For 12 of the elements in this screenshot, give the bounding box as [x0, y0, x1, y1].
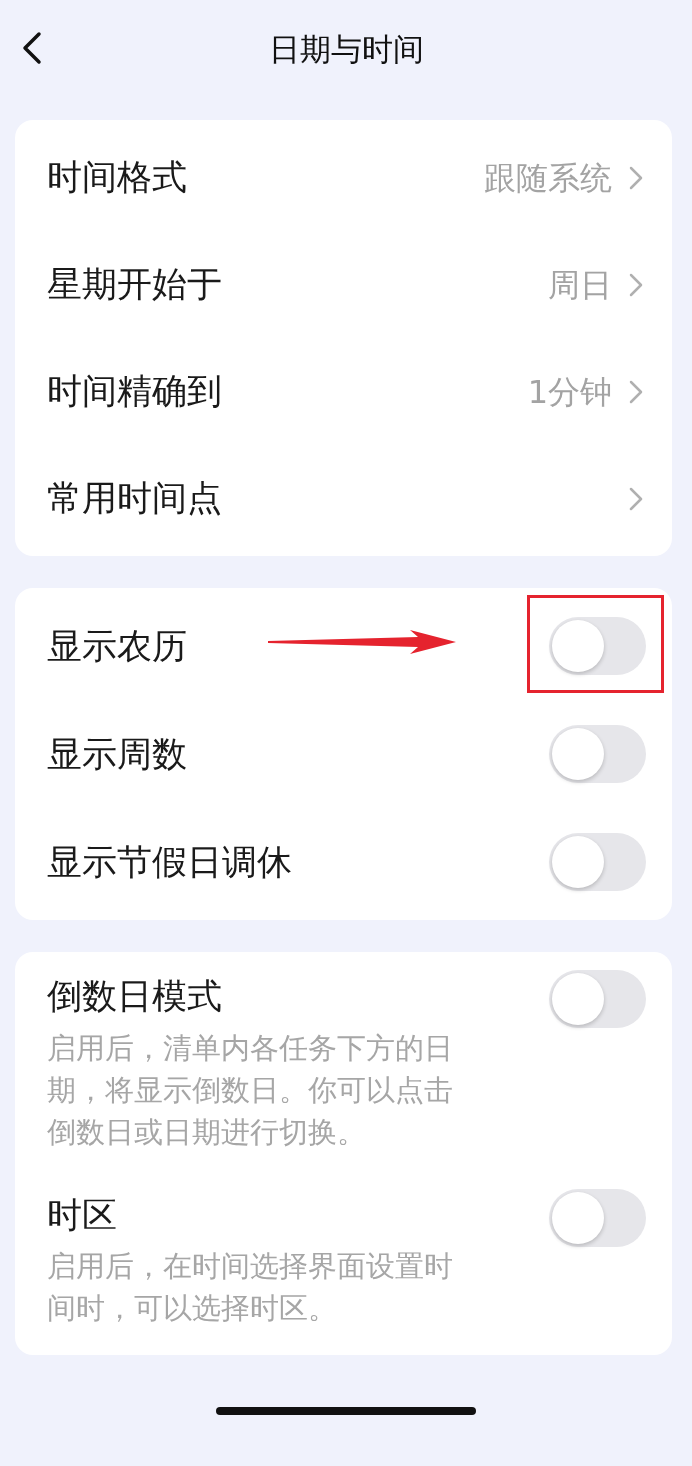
- settings-row[interactable]: 常用时间点: [15, 445, 672, 552]
- settings-row[interactable]: 星期开始于 周日: [15, 231, 672, 338]
- settings-row[interactable]: 时间格式 跟随系统: [15, 124, 672, 231]
- setting-label: 显示周数: [47, 732, 187, 776]
- settings-row[interactable]: 时间精确到 1分钟: [15, 338, 672, 445]
- setting-description: 启用后，在时间选择界面设置时间时，可以选择时区。: [47, 1248, 454, 1327]
- setting-label: 倒数日模式: [47, 975, 223, 1018]
- setting-label: 显示节假日调休: [47, 840, 292, 884]
- setting-label: 时区: [47, 1193, 118, 1237]
- page-title: 日期与时间: [268, 30, 424, 69]
- setting-description: 启用后，清单内各任务下方的日期，将显示倒数日。你可以点击倒数日或日期进行切换。: [47, 1029, 454, 1151]
- setting-label: 显示农历: [47, 624, 187, 668]
